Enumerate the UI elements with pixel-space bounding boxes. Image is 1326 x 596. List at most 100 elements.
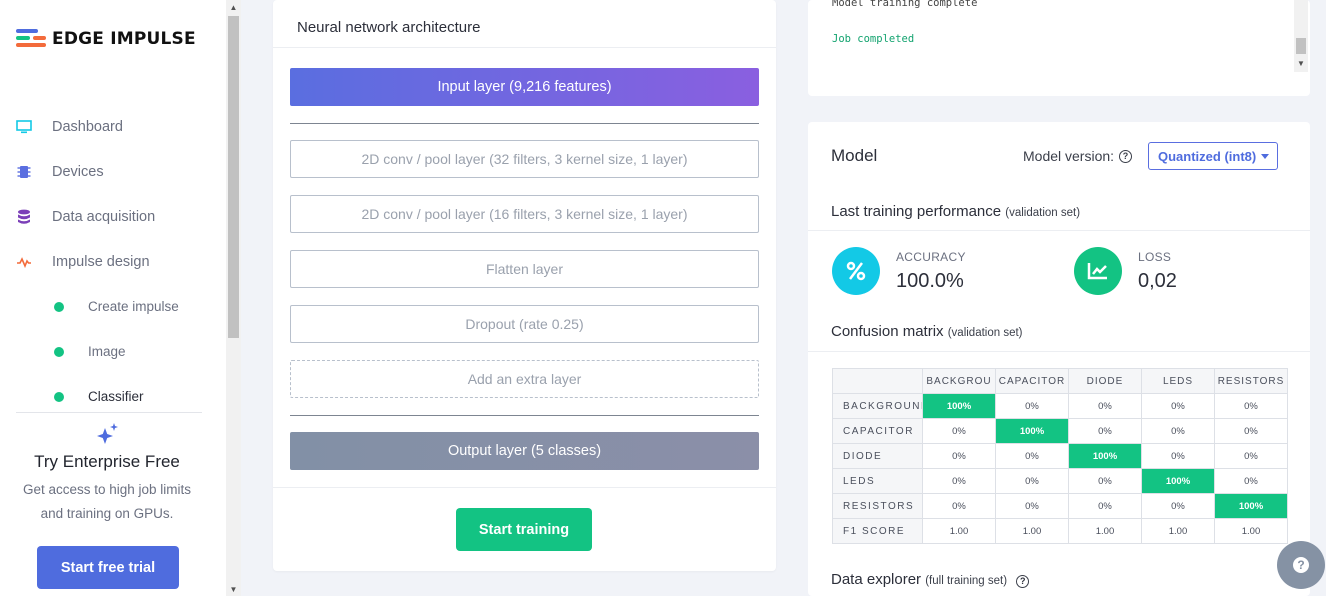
row-header: F1 SCORE [832,518,923,544]
table-cell: 0% [1214,468,1288,494]
table-cell: 0% [922,493,996,519]
table-cell: 0% [995,468,1069,494]
table-cell: 1.00 [1141,518,1215,544]
table-cell: 0% [1214,418,1288,444]
section-subtitle: (validation set) [947,327,1023,339]
flatten-layer[interactable]: Flatten layer [290,250,759,288]
sidebar-item-label: Data acquisition [52,208,156,225]
confusion-matrix-table: BACKGROU CAPACITOR DIODE LEDS RESISTORS … [832,368,1288,544]
table-cell: 0% [1068,468,1142,494]
column-header: BACKGROU [922,368,996,394]
table-cell: 100% [1141,468,1215,494]
table-cell: 0% [1141,443,1215,469]
last-performance-title: Last training performance (validation se… [831,203,1080,220]
table-cell: 1.00 [995,518,1069,544]
sidebar-scrollbar[interactable]: ▲ ▼ [226,0,241,596]
table-cell: 1.00 [1214,518,1288,544]
scroll-down-icon[interactable]: ▼ [226,584,241,596]
scrollbar-thumb[interactable] [228,16,239,338]
table-cell: 100% [1068,443,1142,469]
sidebar-subitem-label: Image [88,344,126,359]
conv-layer-1[interactable]: 2D conv / pool layer (32 filters, 3 kern… [290,140,759,178]
logo[interactable]: EDGE IMPULSE [16,28,196,50]
table-cell: 100% [995,418,1069,444]
divider [273,47,776,48]
table-row: CAPACITOR 0% 100% 0% 0% 0% [832,418,1288,444]
section-subtitle: (validation set) [1005,207,1081,219]
question-icon: ? [1293,557,1309,573]
nn-architecture-card: Neural network architecture Input layer … [273,0,776,571]
start-training-button[interactable]: Start training [456,508,592,551]
column-header: RESISTORS [1214,368,1288,394]
table-cell: 0% [1141,393,1215,419]
model-title: Model [831,146,878,165]
sidebar-item-devices[interactable]: Devices [0,149,226,194]
table-cell: 1.00 [922,518,996,544]
edge-impulse-logo-icon [16,28,46,50]
divider [273,487,776,488]
scrollbar-thumb[interactable] [1296,38,1306,54]
table-cell: 0% [1068,393,1142,419]
input-layer[interactable]: Input layer (9,216 features) [290,68,759,106]
table-cell: 0% [995,393,1069,419]
accuracy-label: ACCURACY [896,250,966,264]
row-header: CAPACITOR [832,418,923,444]
sidebar-item-dashboard[interactable]: Dashboard [0,104,226,149]
table-cell: 0% [1214,443,1288,469]
enterprise-promo: Try Enterprise Free Get access to high j… [0,420,214,526]
sidebar-subitem-create-impulse[interactable]: Create impulse [0,284,226,329]
help-icon[interactable]: ? [1016,574,1030,588]
table-row: BACKGROUND 100% 0% 0% 0% 0% [832,393,1288,419]
layer-separator [290,415,759,416]
sidebar-item-label: Devices [52,163,104,180]
table-corner [832,368,923,394]
status-dot-icon [54,391,64,402]
section-subtitle: (full training set) [925,575,1008,587]
table-cell: 0% [995,493,1069,519]
model-version-select[interactable]: Quantized (int8) [1148,142,1278,170]
percent-icon [832,247,880,295]
table-cell: 1.00 [1068,518,1142,544]
confusion-matrix-title: Confusion matrix (validation set) [831,323,1023,340]
help-button[interactable]: ? [1277,541,1325,589]
sidebar-subitem-image[interactable]: Image [0,329,226,374]
status-dot-icon [54,301,64,312]
help-icon[interactable]: ? [1119,149,1133,163]
sidebar-divider [16,412,202,413]
scroll-up-icon[interactable]: ▲ [226,2,241,14]
sidebar-item-label: Impulse design [52,253,150,270]
table-row-f1: F1 SCORE 1.00 1.00 1.00 1.00 1.00 [832,518,1288,544]
table-cell: 0% [1141,418,1215,444]
log-scrollbar[interactable]: ▼ [1294,0,1308,72]
table-cell: 0% [922,468,996,494]
column-header: LEDS [1141,368,1215,394]
sidebar-item-data-acquisition[interactable]: Data acquisition [0,194,226,239]
sidebar-nav: Dashboard Devices Data acquisition Impul… [0,104,226,419]
layer-separator [290,123,759,124]
section-title-text: Data explorer [831,571,922,588]
sidebar-item-impulse-design[interactable]: Impulse design [0,239,226,284]
nn-architecture-title: Neural network architecture [297,19,481,36]
table-cell: 100% [1214,493,1288,519]
dropout-layer[interactable]: Dropout (rate 0.25) [290,305,759,343]
start-free-trial-button[interactable]: Start free trial [37,546,179,589]
table-row: RESISTORS 0% 0% 0% 0% 100% [832,493,1288,519]
conv-layer-2[interactable]: 2D conv / pool layer (16 filters, 3 kern… [290,195,759,233]
enterprise-title: Try Enterprise Free [34,452,180,471]
log-line-success: Job completed [832,33,915,45]
chart-icon [1074,247,1122,295]
table-cell: 0% [1068,418,1142,444]
divider [808,230,1310,231]
status-dot-icon [54,346,64,357]
table-header-row: BACKGROU CAPACITOR DIODE LEDS RESISTORS [832,368,1288,394]
scroll-down-icon[interactable]: ▼ [1294,58,1308,70]
brand-name: EDGE IMPULSE [52,29,196,49]
accuracy-value: 100.0% [896,270,964,292]
add-layer-button[interactable]: Add an extra layer [290,360,759,398]
data-explorer-title: Data explorer (full training set) ? [831,571,1030,588]
model-version-text: Model version: [1023,148,1115,164]
sidebar-subitem-label: Create impulse [88,299,179,314]
output-layer[interactable]: Output layer (5 classes) [290,432,759,470]
row-header: LEDS [832,468,923,494]
row-header: RESISTORS [832,493,923,519]
